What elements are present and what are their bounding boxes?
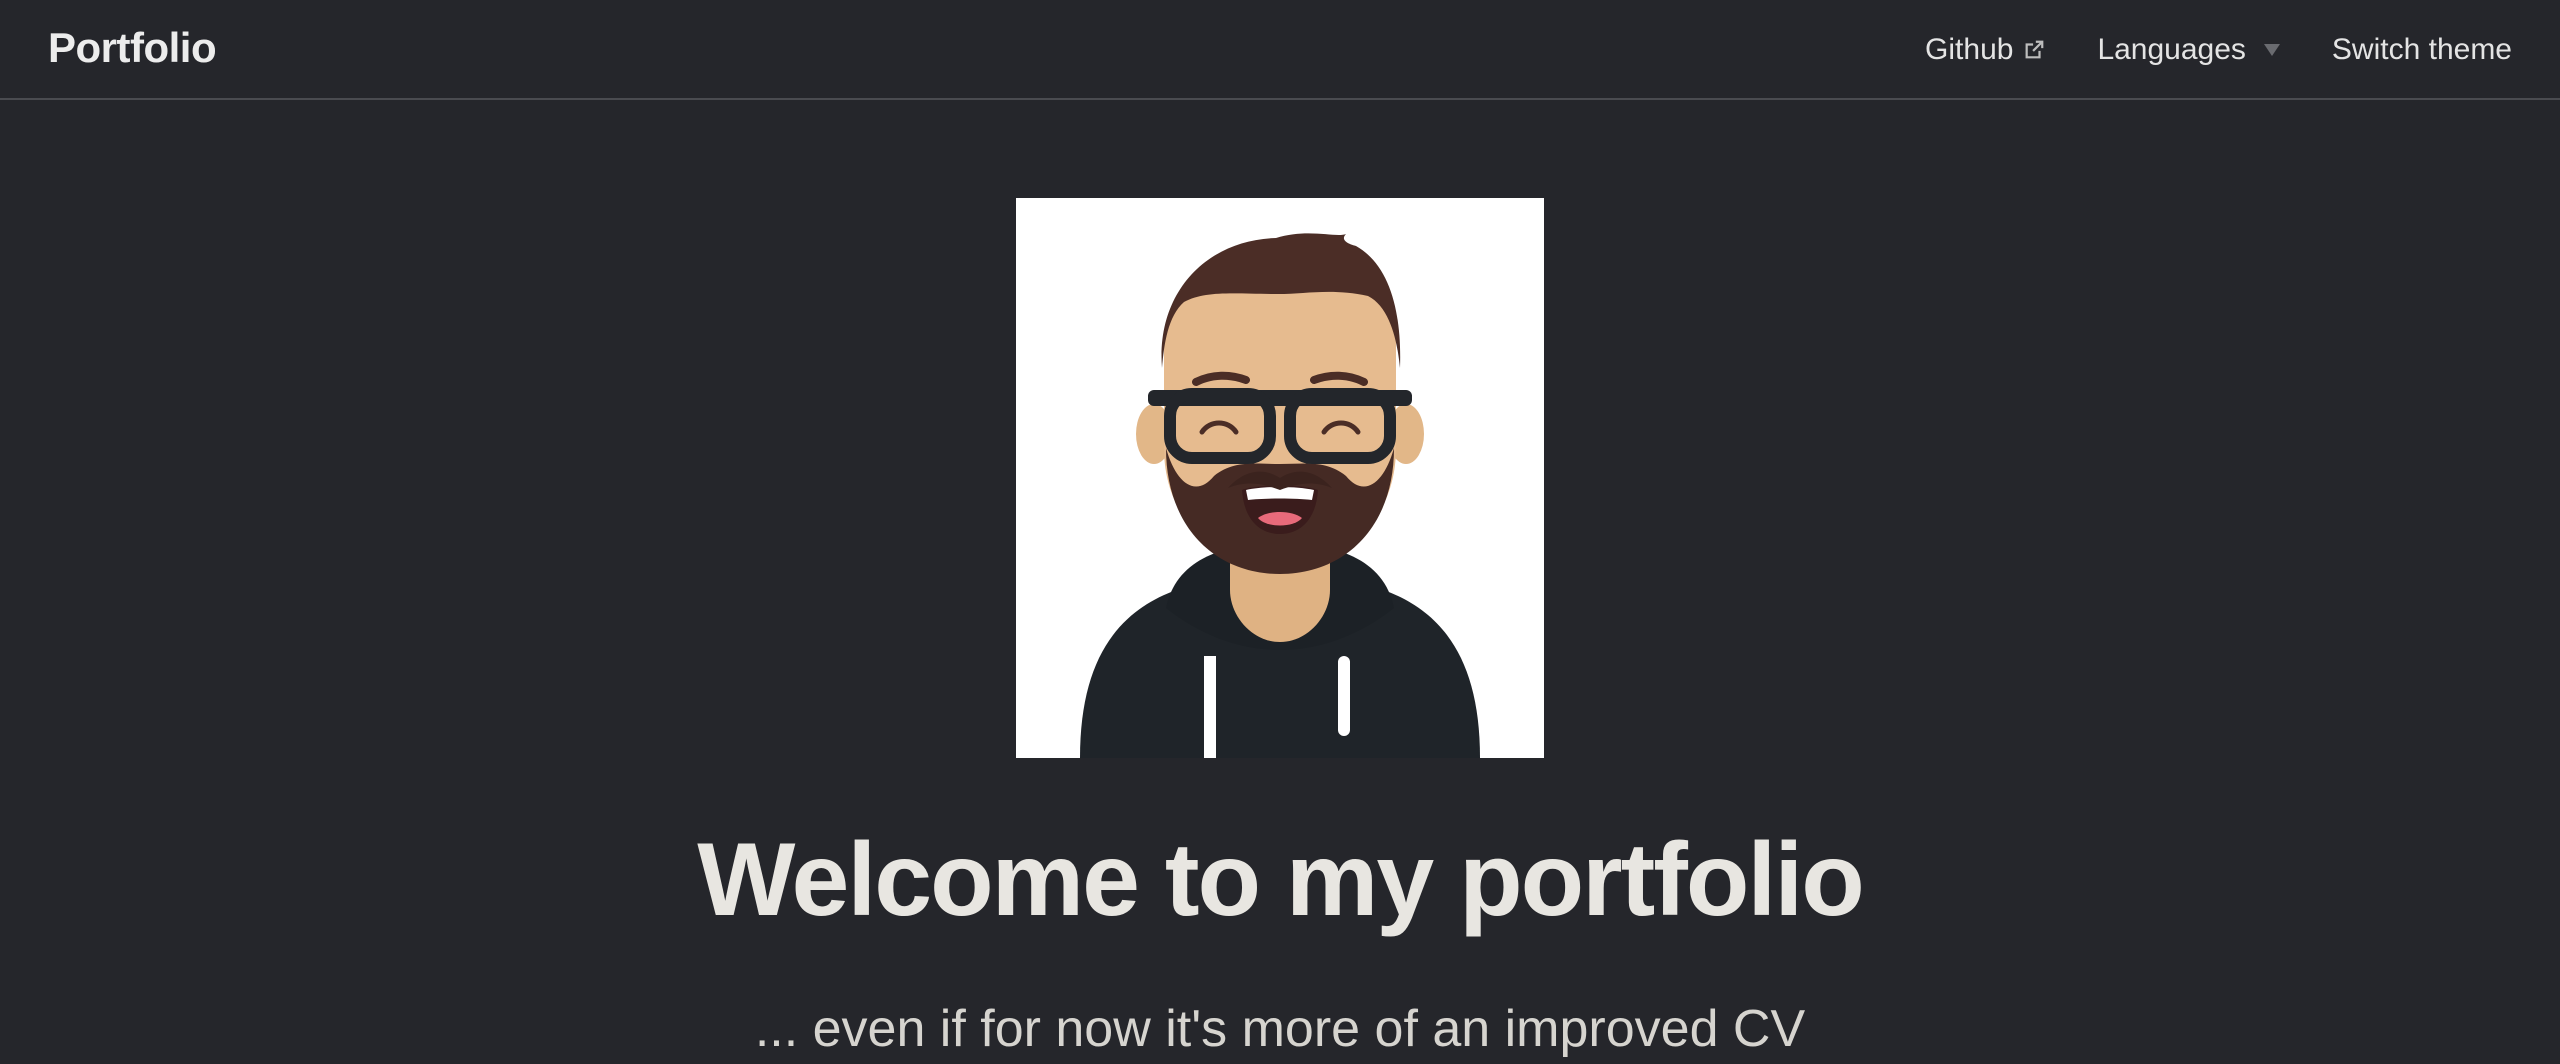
nav-item-label: Languages (2097, 33, 2246, 66)
brand-link[interactable]: Portfolio (48, 24, 217, 72)
nav-item-label: Switch theme (2331, 33, 2512, 66)
nav-item-github[interactable]: Github (1925, 20, 2045, 80)
hero-subtitle: ... even if for now it's more of an impr… (754, 1000, 1806, 1058)
hero-title: Welcome to my portfolio (697, 822, 1865, 938)
nav-item-languages[interactable]: Languages (2097, 20, 2280, 80)
avatar-illustration-icon (1080, 233, 1480, 758)
nav-item-label: Github (1925, 33, 2014, 66)
nav-item-switch-theme[interactable]: Switch theme (2332, 20, 2512, 80)
external-link-icon (2026, 40, 2044, 59)
nav-menu: Github Languages Switch theme (1925, 0, 2512, 100)
avatar-image (1016, 198, 1544, 758)
navbar: Portfolio Github Languages Switch theme (0, 0, 2560, 100)
caret-down-icon (2263, 44, 2280, 56)
